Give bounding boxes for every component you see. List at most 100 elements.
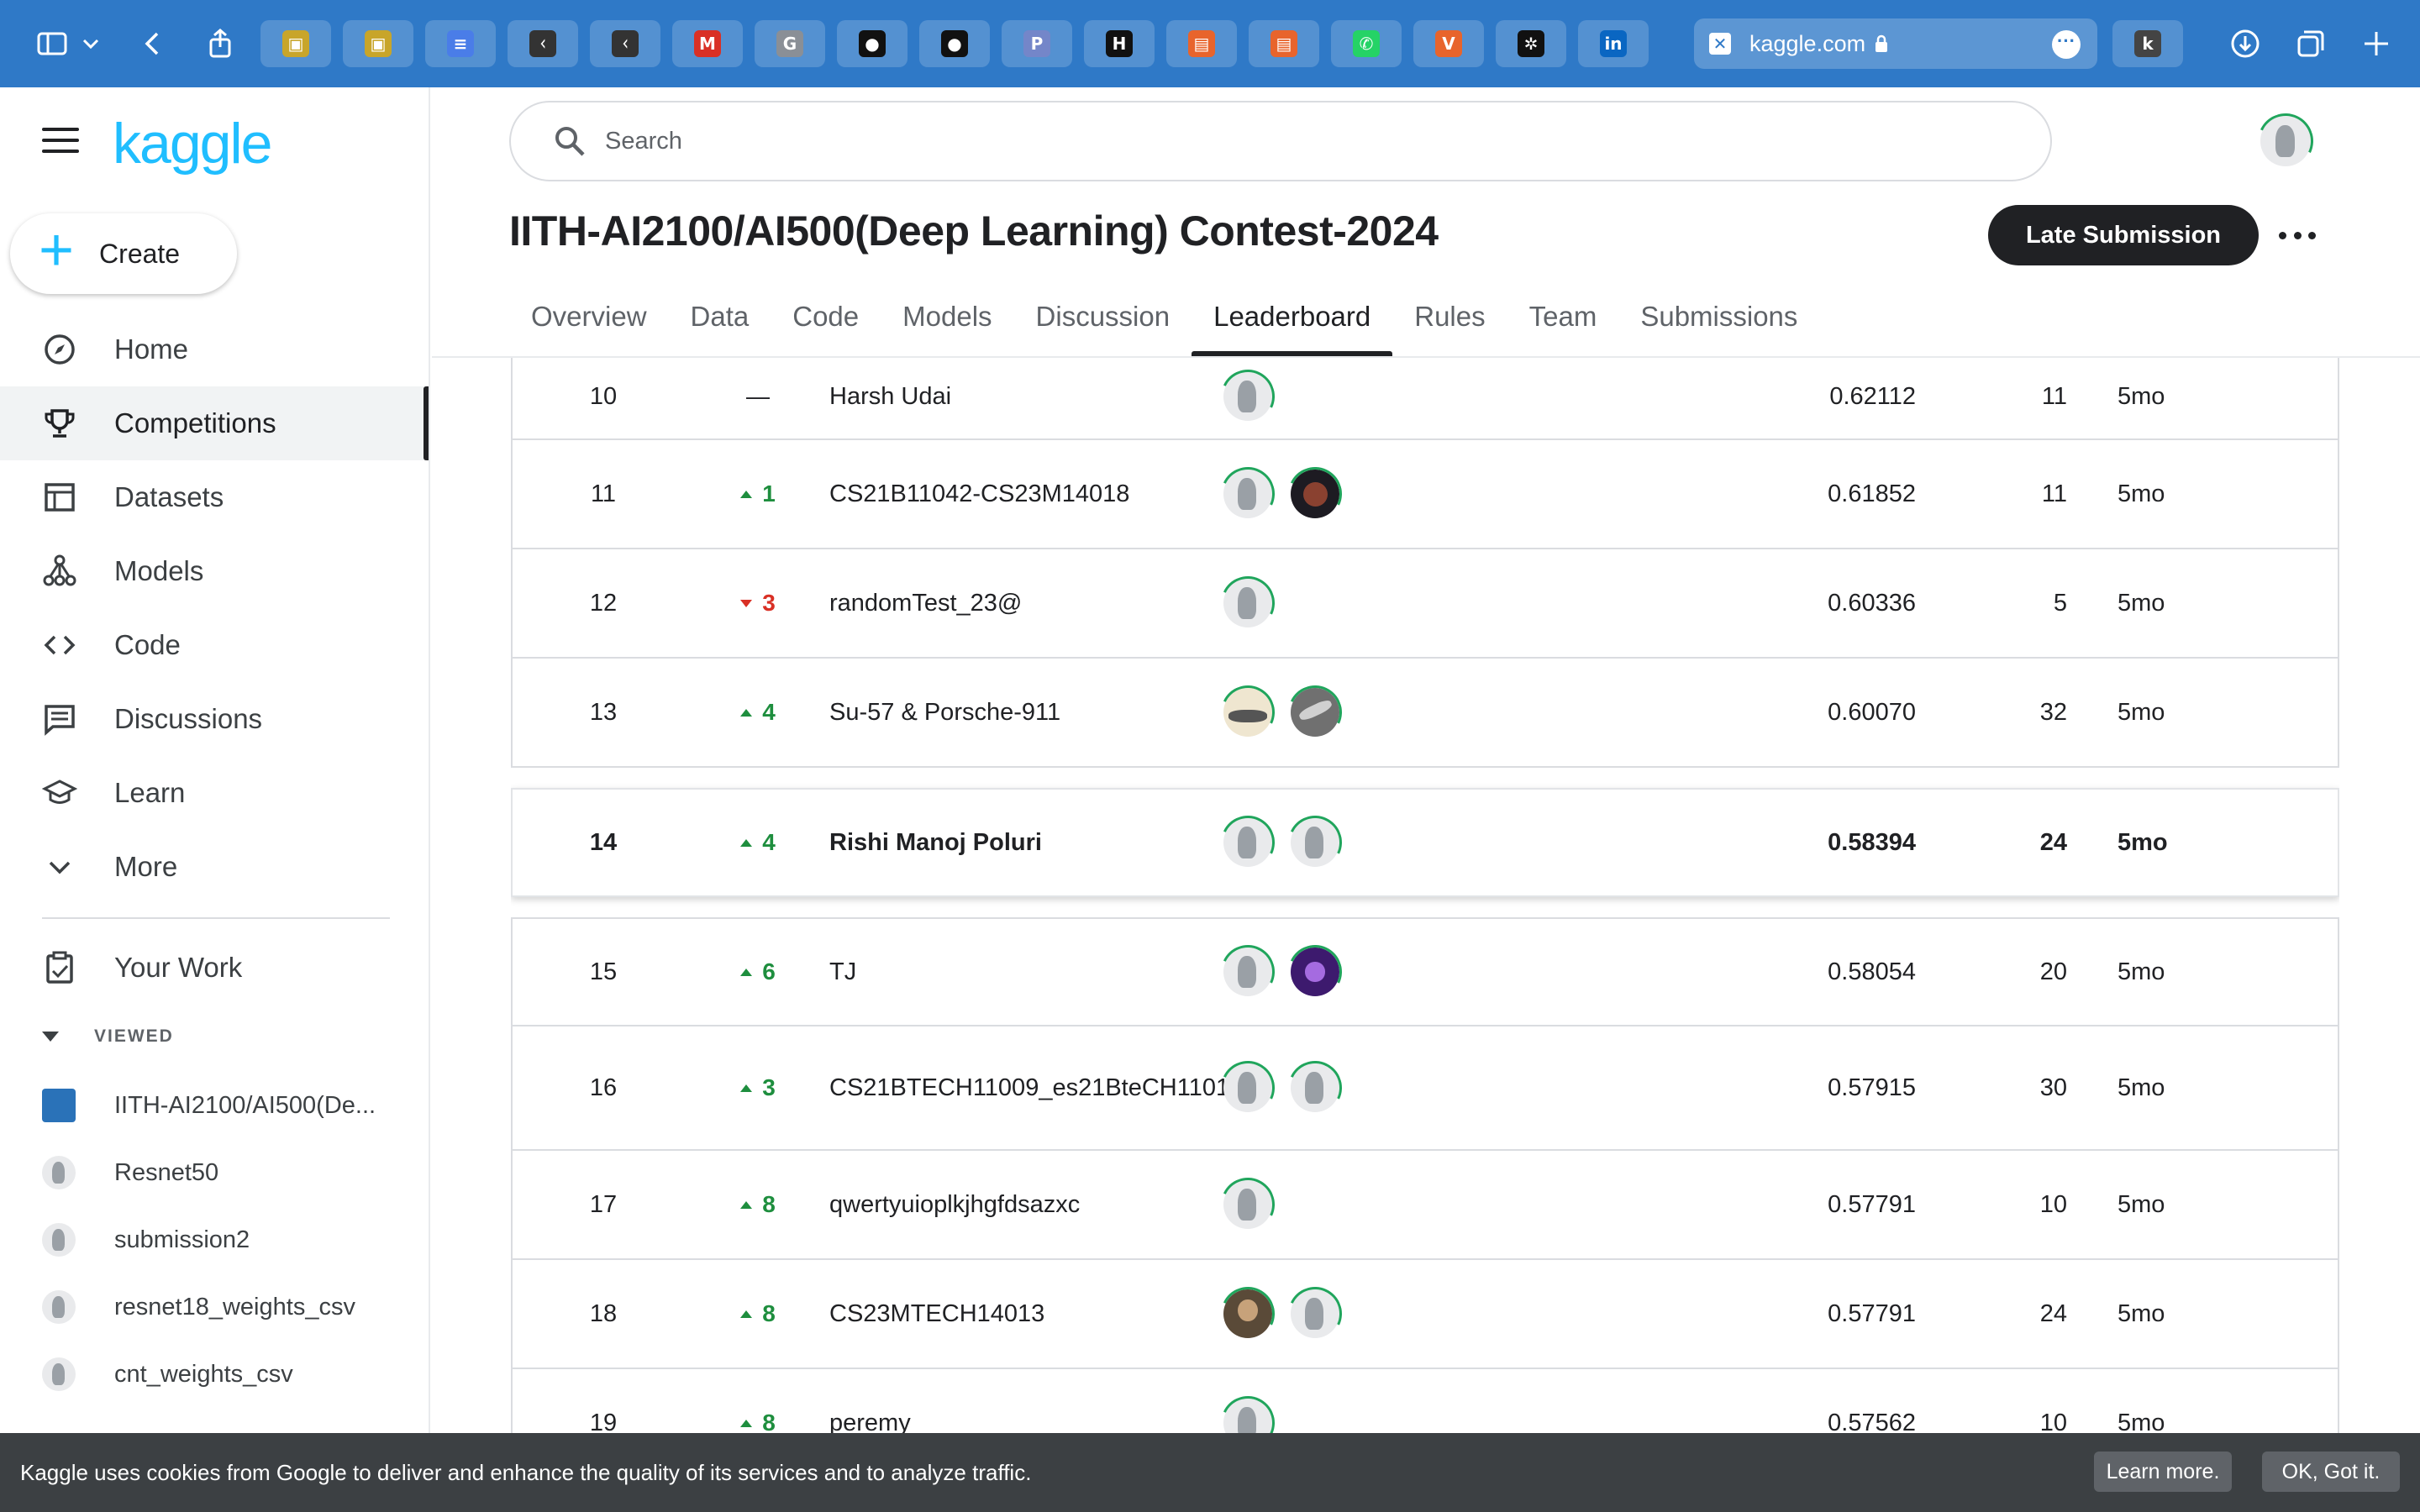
sidebar-item-code[interactable]: Code <box>0 608 429 682</box>
share-icon[interactable] <box>195 18 245 69</box>
avatar[interactable] <box>1213 1278 1283 1349</box>
kaggle-tab[interactable]: k <box>2112 20 2183 67</box>
github-tab-2[interactable]: ● <box>919 20 990 67</box>
sidebar-toggle-icon[interactable] <box>27 18 77 69</box>
avatar[interactable] <box>1280 1278 1350 1349</box>
tab-discussion[interactable]: Discussion <box>1014 286 1192 356</box>
avatar[interactable] <box>1213 459 1283 529</box>
avatar[interactable] <box>1213 1169 1283 1240</box>
classroom-tab[interactable]: ▣ <box>260 20 331 67</box>
avatar[interactable] <box>1213 361 1283 432</box>
table-row-current-user[interactable]: 14 4 Rishi Manoj Poluri 0.58394 24 5mo <box>511 788 2339 897</box>
user-avatar[interactable] <box>2249 105 2322 177</box>
table-row[interactable]: 10 — Harsh Udai 0.62112 11 5mo <box>511 358 2339 440</box>
table-row[interactable]: 18 8 CS23MTECH14013 0.57791 24 5mo <box>511 1260 2339 1369</box>
create-button[interactable]: + Create <box>10 213 237 294</box>
more-options-icon[interactable] <box>2279 218 2316 252</box>
team-name[interactable]: peremy <box>829 1406 1199 1433</box>
avatar[interactable] <box>1213 937 1283 1007</box>
tab-team[interactable]: Team <box>1507 286 1619 356</box>
score-cell: 0.57791 <box>1828 1190 1916 1218</box>
tab-code[interactable]: Code <box>771 286 881 356</box>
avatar[interactable] <box>1213 1388 1283 1433</box>
avatar[interactable] <box>1213 807 1283 878</box>
late-submission-button[interactable]: Late Submission <box>1988 205 2259 265</box>
leetcode-tab[interactable]: ᚲ <box>508 20 578 67</box>
sidebar-item-models[interactable]: Models <box>0 534 429 608</box>
classroom-tab-2[interactable]: ▣ <box>343 20 413 67</box>
hackerrank-tab[interactable]: H <box>1084 20 1155 67</box>
team-name[interactable]: qwertyuioplkjhgfdsazxc <box>829 1188 1199 1221</box>
ok-got-it-button[interactable]: OK, Got it. <box>2262 1452 2400 1492</box>
tab-data[interactable]: Data <box>669 286 771 356</box>
whatsapp-tab[interactable]: ✆ <box>1331 20 1402 67</box>
avatar[interactable] <box>1280 1053 1350 1123</box>
vercel-tab[interactable]: V <box>1413 20 1484 67</box>
team-name[interactable]: Harsh Udai <box>829 380 1199 413</box>
docs-tab[interactable]: ≡ <box>425 20 496 67</box>
gmail-tab[interactable]: M <box>672 20 743 67</box>
grammarly-tab[interactable]: G <box>755 20 825 67</box>
sidebar-item-more[interactable]: More <box>0 830 429 904</box>
viewed-section-header[interactable]: VIEWED <box>42 1026 174 1047</box>
clipboard-icon <box>42 950 77 985</box>
search-input[interactable]: Search <box>509 101 2052 181</box>
downloads-icon[interactable] <box>2220 18 2270 69</box>
tab-submissions[interactable]: Submissions <box>1618 286 1819 356</box>
team-name[interactable]: Rishi Manoj Poluri <box>829 826 1199 859</box>
team-name[interactable]: TJ <box>829 955 1199 989</box>
table-row[interactable]: 13 4 Su-57 & Porsche-911 0.60070 32 5mo <box>511 659 2339 768</box>
table-row[interactable]: 11 1 CS21B11042-CS23M14018 0.61852 11 5mo <box>511 440 2339 549</box>
sidebar-item-your-work[interactable]: Your Work <box>0 931 429 1005</box>
table-row[interactable]: 16 3 CS21BTECH11009_es21BteCH11017 0.57915 3… <box>511 1026 2339 1151</box>
table-row[interactable]: 12 3 randomTest_23@ 0.60336 5 5mo <box>511 549 2339 659</box>
sidebar-item-discussions[interactable]: Discussions <box>0 682 429 756</box>
address-bar[interactable]: ✕ kaggle.com ··· <box>1694 18 2097 69</box>
linkedin-tab[interactable]: in <box>1578 20 1649 67</box>
team-name[interactable]: Su-57 & Porsche-911 <box>829 696 1199 729</box>
sidebar-item-home[interactable]: Home <box>0 312 429 386</box>
viewed-item[interactable]: cnt_weights_csv <box>42 1349 395 1399</box>
table-row[interactable]: 17 8 qwertyuioplkjhgfdsazxc 0.57791 10 5mo <box>511 1151 2339 1260</box>
sidebar-item-competitions[interactable]: Competitions <box>0 386 429 460</box>
avatar[interactable] <box>1213 568 1283 638</box>
avatar[interactable] <box>1280 459 1350 529</box>
viewed-item[interactable]: resnet18_weights_csv <box>42 1282 395 1332</box>
avatar[interactable] <box>1213 677 1283 748</box>
page-menu-icon[interactable]: ··· <box>2052 30 2081 59</box>
viewed-item[interactable]: Resnet50 <box>42 1147 395 1198</box>
chatgpt-tab[interactable]: ✲ <box>1496 20 1566 67</box>
team-name[interactable]: CS21B11042-CS23M14018 <box>829 477 1199 511</box>
tab-models[interactable]: Models <box>881 286 1013 356</box>
avatar[interactable] <box>1213 1053 1283 1123</box>
avatar[interactable] <box>1280 937 1350 1007</box>
avatar[interactable] <box>1280 807 1350 878</box>
team-name[interactable]: CS21BTECH11009_es21BteCH11017 <box>829 1071 1243 1105</box>
tab-leaderboard[interactable]: Leaderboard <box>1192 286 1393 356</box>
p-tab[interactable]: P <box>1002 20 1072 67</box>
table-row[interactable]: 19 8 peremy 0.57562 10 5mo <box>511 1369 2339 1433</box>
chevron-down-icon[interactable] <box>74 18 108 69</box>
viewed-item[interactable]: submission2 <box>42 1215 395 1265</box>
leetcode-tab-2[interactable]: ᚲ <box>590 20 660 67</box>
tab-rules[interactable]: Rules <box>1392 286 1507 356</box>
sidebar-item-learn[interactable]: Learn <box>0 756 429 830</box>
sidebar-item-datasets[interactable]: Datasets <box>0 460 429 534</box>
avatar[interactable] <box>1280 677 1350 748</box>
table-row[interactable]: 15 6 TJ 0.58054 20 5mo <box>511 917 2339 1026</box>
team-name[interactable]: CS23MTECH14013 <box>829 1297 1199 1331</box>
app-tab-orange-2[interactable]: ▤ <box>1249 20 1319 67</box>
tab-overview[interactable]: Overview <box>509 286 669 356</box>
team-name[interactable]: randomTest_23@ <box>829 586 1199 620</box>
tabs-overview-icon[interactable] <box>2286 18 2336 69</box>
app-tab-orange[interactable]: ▤ <box>1166 20 1237 67</box>
rank-cell: 16 <box>589 1074 618 1101</box>
rank-change-cell: 8 <box>724 1410 792 1433</box>
new-tab-icon[interactable] <box>2351 18 2402 69</box>
menu-icon[interactable] <box>42 128 79 161</box>
learn-more-button[interactable]: Learn more. <box>2094 1452 2232 1492</box>
github-tab[interactable]: ● <box>837 20 908 67</box>
kaggle-logo[interactable]: kaggle <box>113 111 272 176</box>
viewed-item[interactable]: IITH-AI2100/AI500(De... <box>42 1080 395 1131</box>
back-icon[interactable] <box>128 18 178 69</box>
